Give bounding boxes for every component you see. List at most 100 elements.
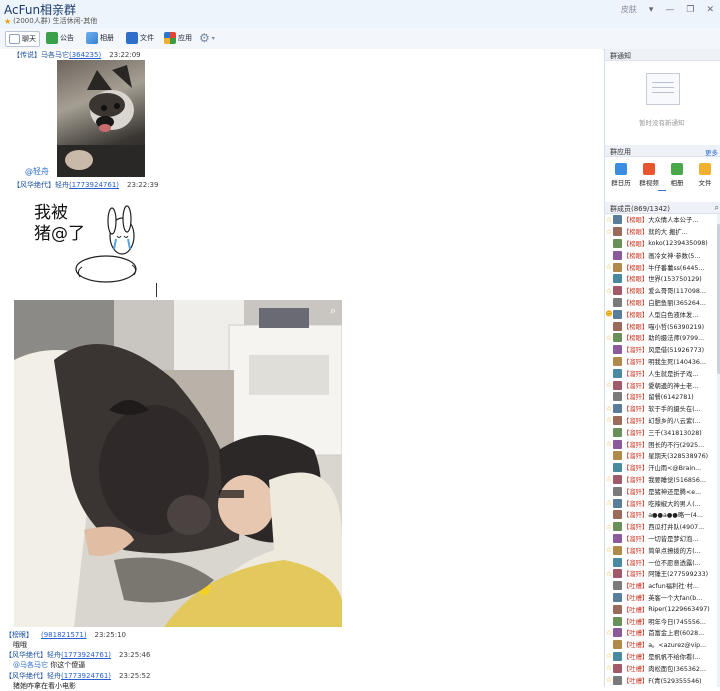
member-avatar	[613, 404, 622, 414]
member-row[interactable]: ☆ 【吐槽】 肉松面包(365362...	[605, 662, 717, 674]
member-row[interactable]: ☆ 【溜歼】 困长的不行(2925...	[605, 438, 717, 450]
member-row[interactable]: 【榜眼】 喵小哲(56390219)	[605, 320, 717, 332]
sender-qq-link[interactable]: (981821571)	[41, 631, 87, 639]
sender-qq-link[interactable]: (1773924761)	[61, 651, 111, 659]
settings-button[interactable]: ⚙ ▾	[199, 31, 215, 45]
message-time: 23:22:39	[127, 181, 159, 189]
member-rank: 【榜眼】	[623, 323, 649, 331]
member-avatar	[613, 439, 622, 449]
pig-photo[interactable]: ⌕	[14, 300, 342, 627]
member-row[interactable]: ☆ 【榜眼】 大众情人本公子...	[605, 214, 717, 226]
search-icon[interactable]: ⌕	[715, 203, 719, 213]
apps-title: 群应用	[610, 148, 631, 156]
member-row[interactable]: ☆ 【榜眼】 助的摄法师(9799...	[605, 332, 717, 344]
member-row[interactable]: 【溜歼】 留餐(6142781)	[605, 391, 717, 403]
member-row[interactable]: ☆ 【溜歼】 我要睡觉(516856...	[605, 474, 717, 486]
member-row[interactable]: ☆ 【溜歼】 西瓜打井队(4907...	[605, 521, 717, 533]
member-rank: 【溜歼】	[623, 453, 649, 461]
husky-photo[interactable]	[57, 60, 145, 177]
member-row[interactable]: ☆ 【溜歼】 阿锤王(277599233)	[605, 568, 717, 580]
member-name: 爱么哥哥(117098...	[648, 288, 706, 296]
sticker-image[interactable]: 我被 猪@了	[24, 191, 142, 299]
chat-icon	[9, 34, 20, 44]
member-list[interactable]: ☆ 【榜眼】 大众情人本公子... ☆ 【榜眼】 就的大 搬扩... 【榜眼】 koko(12…	[605, 214, 717, 687]
member-row[interactable]: 【榜眼】 白肥鱼丽(365264...	[605, 297, 717, 309]
member-row[interactable]: ☆ 【溜歼】 幻想乡的八云紫(...	[605, 415, 717, 427]
member-row[interactable]: 【溜歼】 风是借(51926773)	[605, 344, 717, 356]
skin-button[interactable]: 皮肤	[621, 4, 637, 15]
member-row[interactable]: 【溜歼】 汗山雨<@Brain...	[605, 462, 717, 474]
member-row[interactable]: 【溜歼】 是猪神还是腾<e...	[605, 485, 717, 497]
member-rank: 【风华绝代】	[13, 181, 55, 189]
member-row[interactable]: 【溜歼】 人生就是折子戏...	[605, 367, 717, 379]
member-row[interactable]: 【榜眼】 画冷女神·参数(5...	[605, 249, 717, 261]
member-row[interactable]: 【吐槽】 acfun福利社·村...	[605, 580, 717, 592]
member-row[interactable]: 【吐槽】 英客一个大fan(b...	[605, 592, 717, 604]
close-button[interactable]: ✕	[706, 5, 714, 15]
message-body: 你这个傻逼	[48, 661, 86, 669]
member-row[interactable]: 【吐槽】 Riper(1229663497)	[605, 603, 717, 615]
app-folder[interactable]: 文件	[693, 163, 717, 187]
sender-qq-link[interactable]: (364235)	[69, 51, 101, 59]
member-row[interactable]: 【溜歼】 一切皆是梦幻泡...	[605, 533, 717, 545]
member-name: 牛仔番薯ss(6445...	[648, 264, 705, 272]
member-name: 首富金上君(6028...	[648, 630, 705, 638]
app-video[interactable]: 群视频	[637, 163, 661, 187]
member-row[interactable]: ☆ 【吐槽】 首富金上君(6028...	[605, 627, 717, 639]
member-name: 三千(341813028)	[648, 429, 702, 437]
member-row[interactable]: ☻ 【榜眼】 人型白色液体发...	[605, 308, 717, 320]
member-badge-icon: ☆	[605, 522, 613, 531]
sender-name[interactable]: 轻舟	[55, 181, 69, 189]
chat-area[interactable]: 【传说】马各马它(364235) 23:22:09 @轻舟 【风华绝代】轻舟(17…	[0, 49, 603, 690]
sender-qq-link[interactable]: (1773924761)	[69, 181, 119, 189]
minimize-button[interactable]: —	[665, 5, 674, 15]
app-calendar[interactable]: 群日历	[609, 163, 633, 187]
tab-files[interactable]: 文件	[126, 31, 154, 45]
member-row[interactable]: ☆ 【吐槽】 是帆帆不给你看(...	[605, 651, 717, 663]
tab-album[interactable]: 相册	[86, 31, 114, 45]
member-row[interactable]: 【吐槽】 a。<azurez@vip...	[605, 639, 717, 651]
member-avatar	[613, 604, 622, 614]
sender-qq-link[interactable]: (1773924761)	[61, 672, 111, 680]
mention-text[interactable]: @轻舟	[25, 166, 49, 177]
member-rank: 【吐槽】	[623, 618, 649, 626]
member-row[interactable]: 【榜眼】 世界(153750129)	[605, 273, 717, 285]
member-row[interactable]: 【溜歼】 三千(341813028)	[605, 426, 717, 438]
apps-page-indicator	[658, 190, 666, 191]
apps-more-link[interactable]: 更多	[705, 147, 718, 157]
member-avatar	[613, 286, 622, 296]
message-header: 【风华绝代】轻舟(1773924761) 23:22:39	[13, 180, 158, 190]
member-row[interactable]: ☆ 【溜歼】 简单点撩拨的方(...	[605, 544, 717, 556]
sender-name[interactable]: 轻舟	[47, 651, 61, 659]
sender-name[interactable]: 轻舟	[47, 672, 61, 680]
member-row[interactable]: 【榜眼】 koko(1239435098)	[605, 238, 717, 250]
sender-name[interactable]: 马各马它	[41, 51, 69, 59]
member-name: 吃辣椒大的男人(...	[648, 500, 701, 508]
member-row[interactable]: 【溜歼】 明我生死(140436...	[605, 356, 717, 368]
mention-text[interactable]: @马各马它	[13, 661, 48, 669]
member-row[interactable]: 【溜歼】 a●●a●●略一(4...	[605, 509, 717, 521]
member-row[interactable]: ☆ 【溜歼】 吃辣椒大的男人(...	[605, 497, 717, 509]
zoom-icon[interactable]: ⌕	[330, 304, 336, 318]
member-rank: 【溜歼】	[623, 476, 649, 484]
member-badge-icon: ☆	[605, 381, 613, 390]
member-row[interactable]: ☆ 【榜眼】 爱么哥哥(117098...	[605, 285, 717, 297]
tab-notice[interactable]: 公告	[46, 31, 74, 45]
member-row[interactable]: 【吐槽】 明年今日(745556...	[605, 615, 717, 627]
member-row[interactable]: 【溜歼】 一位不愿意透露(...	[605, 556, 717, 568]
member-row[interactable]: ☆ 【溜歼】 软于手的摄头在(...	[605, 403, 717, 415]
tab-chat[interactable]: 聊天	[5, 31, 40, 47]
member-row[interactable]: ☆ 【溜歼】 愛朝邊的神士老...	[605, 379, 717, 391]
maximize-button[interactable]: ❐	[686, 5, 694, 15]
tab-apps[interactable]: 应用	[164, 31, 192, 45]
member-row[interactable]: ☆ 【榜眼】 牛仔番薯ss(6445...	[605, 261, 717, 273]
member-row[interactable]: ☆ 【吐槽】 F(青(529355546)	[605, 674, 717, 686]
member-row[interactable]: ☆ 【榜眼】 就的大 搬扩...	[605, 226, 717, 238]
member-rank: 【溜歼】	[623, 347, 649, 355]
member-avatar	[613, 392, 622, 402]
dropdown-icon[interactable]: ▾	[649, 5, 654, 15]
calendar-icon	[615, 163, 627, 175]
app-photo[interactable]: 相册	[665, 163, 689, 187]
member-row[interactable]: 【溜歼】 星期天(328538976)	[605, 450, 717, 462]
member-rank: 【溜歼】	[623, 500, 649, 508]
